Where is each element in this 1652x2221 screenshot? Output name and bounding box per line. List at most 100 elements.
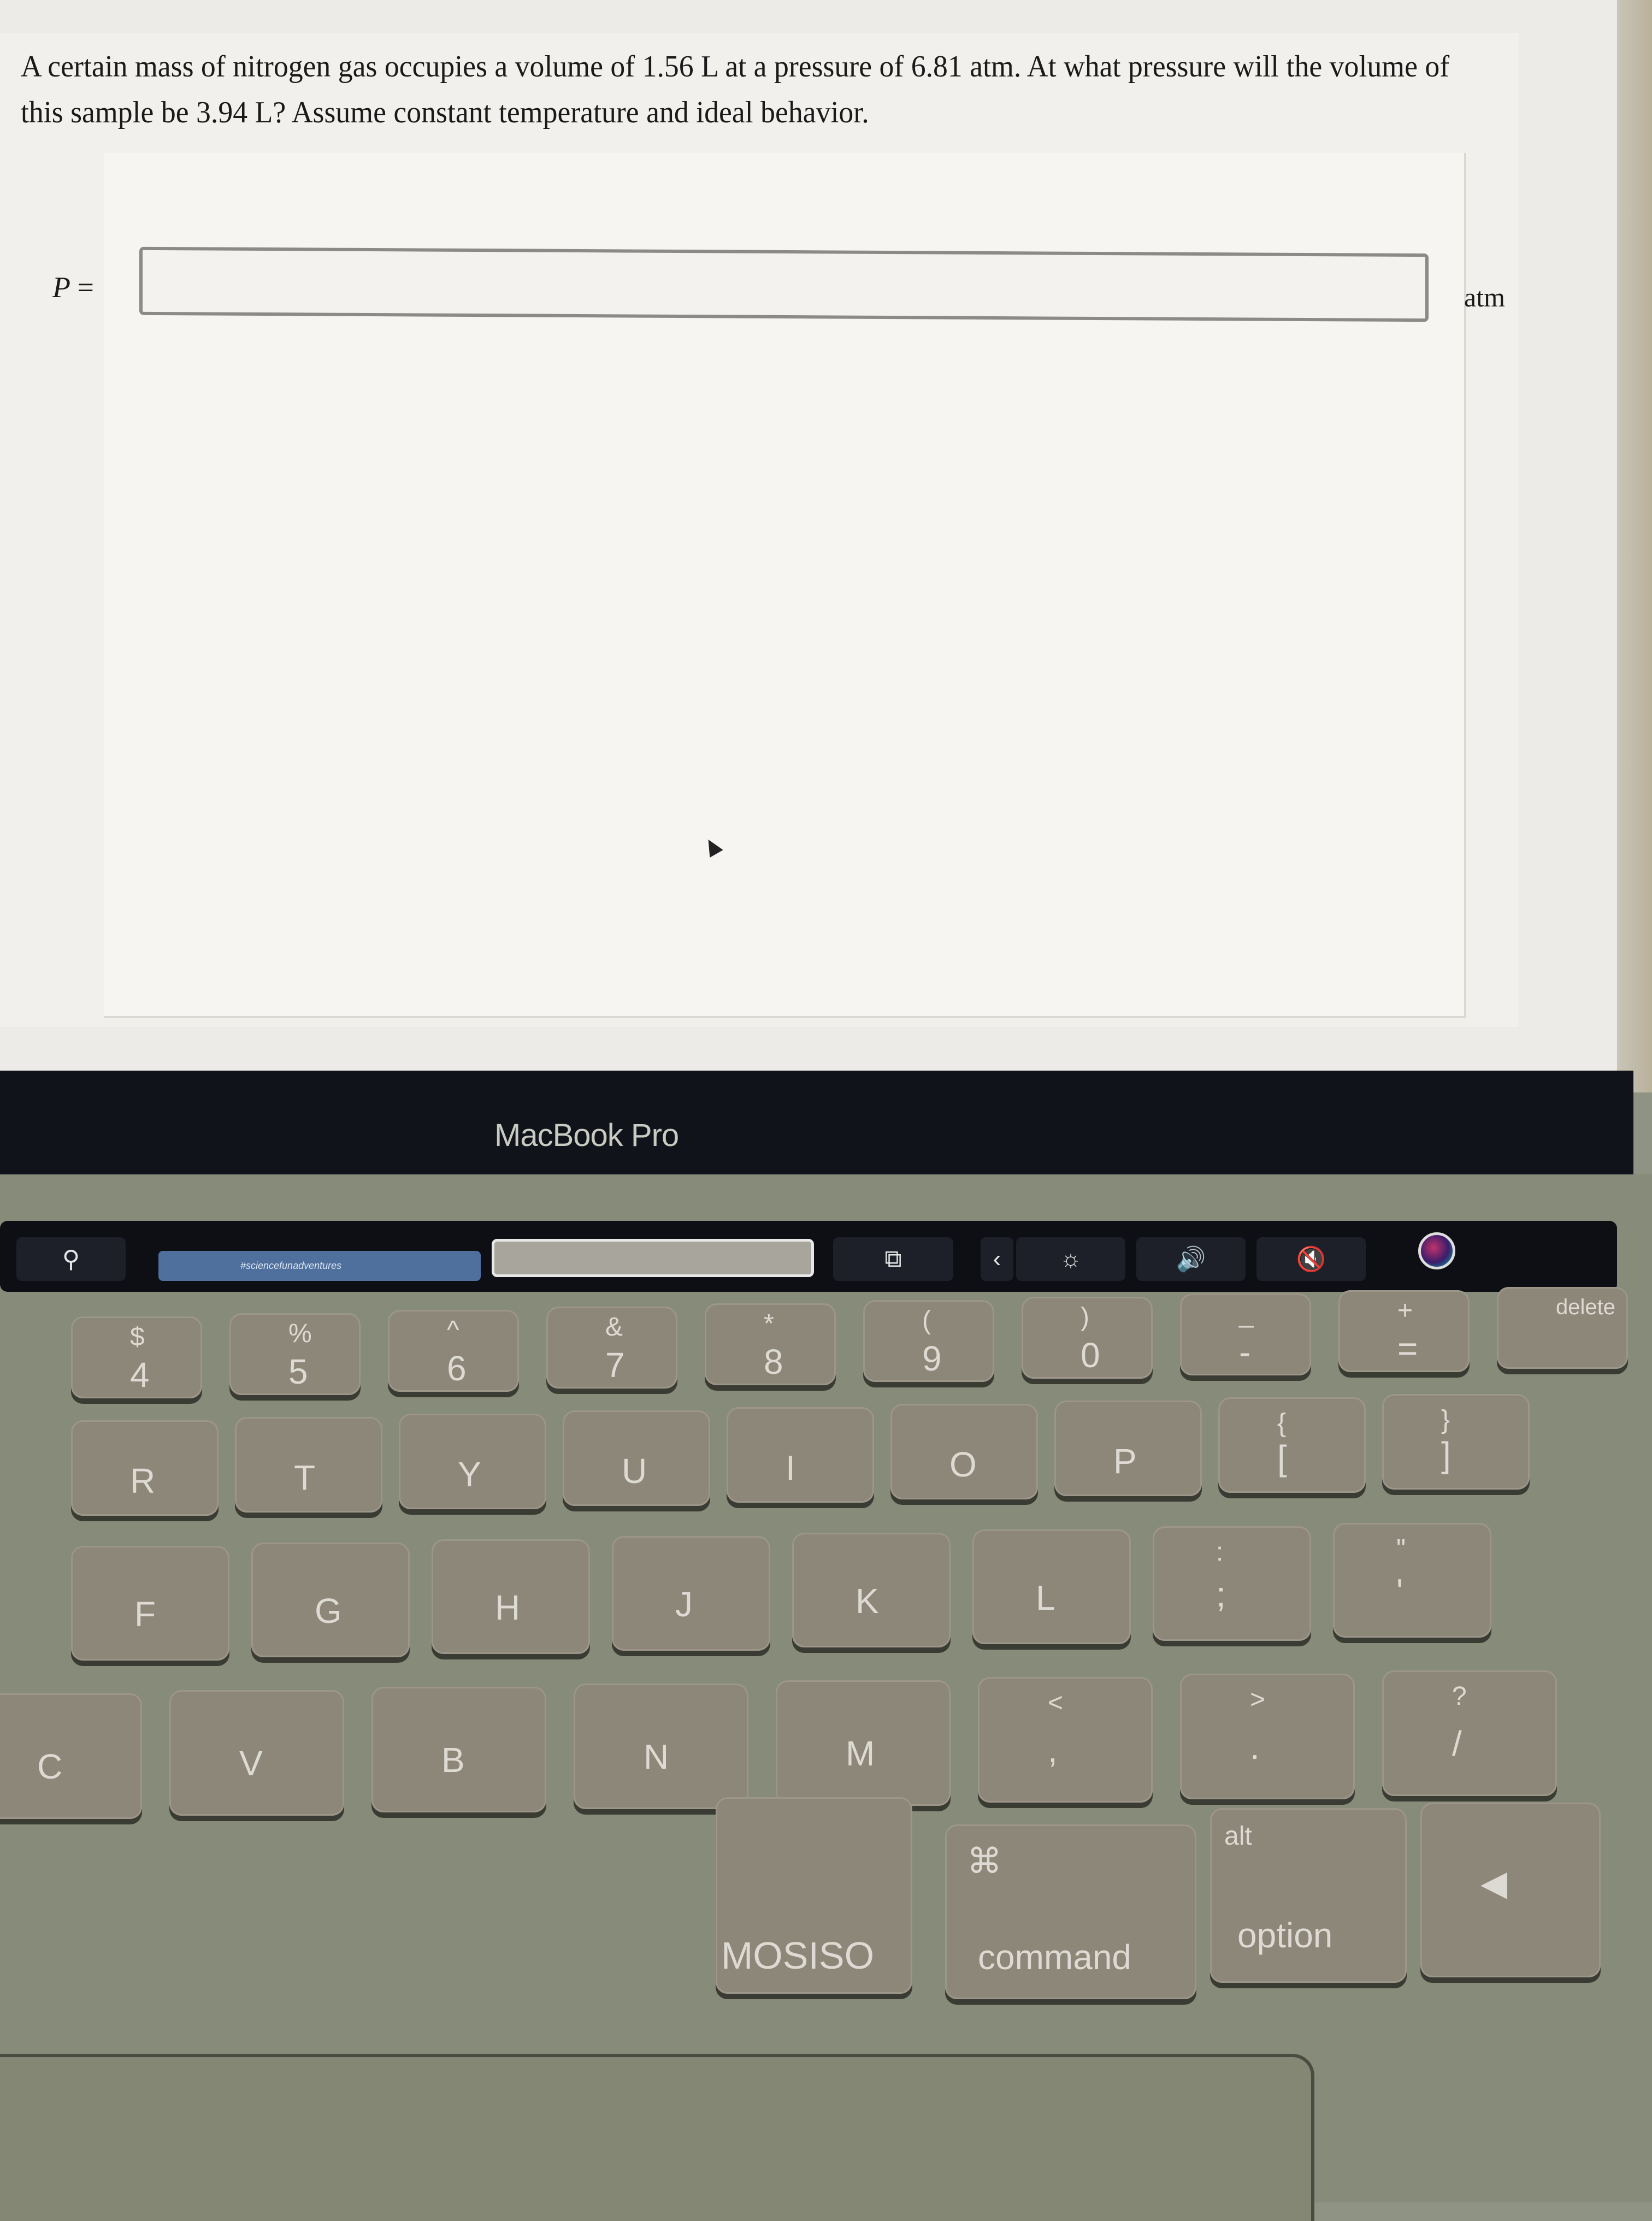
key-number-7[interactable]: _ - xyxy=(1180,1293,1311,1375)
new-tab-icon: ⧉ xyxy=(884,1245,902,1272)
key-top-3[interactable]: U xyxy=(563,1410,710,1506)
key-label: N xyxy=(644,1736,669,1776)
key-option[interactable]: alt option xyxy=(1210,1808,1407,1983)
arrow-left-icon: ◀ xyxy=(1480,1863,1508,1903)
key-label: G xyxy=(315,1591,342,1631)
touchbar-blank-field[interactable] xyxy=(492,1239,814,1277)
key-number-3[interactable]: & 7 xyxy=(546,1307,677,1389)
key-label: Y xyxy=(458,1454,481,1494)
key-bottom-4[interactable]: M xyxy=(776,1680,951,1806)
key-sub-label: } xyxy=(1441,1405,1450,1434)
key-label: 6 xyxy=(447,1349,467,1388)
key-sub-label: " xyxy=(1396,1534,1406,1563)
key-label: L xyxy=(1036,1578,1055,1618)
volume-icon: 🔊 xyxy=(1176,1246,1206,1273)
question-text: A certain mass of nitrogen gas occupies … xyxy=(21,50,1450,129)
key-sub-label: ^ xyxy=(447,1316,459,1345)
key-label: V xyxy=(239,1743,263,1783)
key-top-7[interactable]: {[ xyxy=(1218,1397,1366,1493)
key-top-1[interactable]: T xyxy=(235,1417,382,1513)
answer-variable: P xyxy=(52,271,70,304)
key-command[interactable]: ⌘ command xyxy=(945,1824,1196,1999)
touchbar-volume-button[interactable]: 🔊 xyxy=(1136,1237,1246,1281)
space-key-label: MOSISO xyxy=(721,1934,875,1977)
alt-key-sublabel: alt xyxy=(1224,1822,1252,1851)
key-bottom-0[interactable]: C xyxy=(0,1693,142,1819)
key-sub-label: + xyxy=(1397,1296,1413,1325)
key-number-5[interactable]: (9 xyxy=(863,1300,994,1382)
screen-bezel xyxy=(0,1071,1633,1180)
key-sub-label: * xyxy=(764,1309,774,1338)
key-top-2[interactable]: Y xyxy=(399,1414,546,1509)
key-label: H xyxy=(495,1588,521,1628)
key-number-9[interactable]: delete xyxy=(1497,1287,1628,1369)
siri-icon[interactable] xyxy=(1418,1232,1455,1269)
key-label: 5 xyxy=(288,1352,308,1391)
key-top-8[interactable]: }] xyxy=(1382,1394,1530,1490)
key-label: F xyxy=(134,1594,156,1634)
touchbar-new-tab-button[interactable]: ⧉ xyxy=(833,1237,953,1281)
key-label: . xyxy=(1250,1727,1260,1767)
key-sub-label: ? xyxy=(1452,1682,1467,1711)
key-sub-label: : xyxy=(1216,1538,1224,1567)
key-home-1[interactable]: G xyxy=(251,1543,410,1657)
key-home-2[interactable]: H xyxy=(432,1539,590,1654)
key-arrow-left[interactable]: ◀ xyxy=(1420,1803,1601,1977)
key-label: T xyxy=(294,1457,316,1497)
key-bottom-2[interactable]: B xyxy=(371,1687,546,1812)
key-label: U xyxy=(622,1451,647,1491)
key-label: B xyxy=(441,1740,465,1780)
touchbar-collapse-button[interactable]: ‹ xyxy=(981,1237,1013,1281)
answer-label: P = xyxy=(52,270,94,304)
key-home-0[interactable]: F xyxy=(71,1546,229,1661)
touchbar-mute-button[interactable]: 🔇 xyxy=(1256,1237,1366,1281)
key-label: I xyxy=(786,1448,795,1487)
key-number-4[interactable]: * 8 xyxy=(705,1303,836,1385)
key-sub-label: ( xyxy=(922,1306,931,1335)
key-number-8[interactable]: + = xyxy=(1338,1290,1470,1372)
key-top-4[interactable]: I xyxy=(727,1407,874,1503)
key-top-0[interactable]: R xyxy=(71,1420,219,1516)
key-home-3[interactable]: J xyxy=(612,1536,770,1651)
key-number-0[interactable]: $4 xyxy=(71,1316,202,1398)
key-sub-label: $ xyxy=(130,1322,145,1351)
key-label: P xyxy=(1113,1441,1137,1481)
key-top-5[interactable]: O xyxy=(890,1404,1038,1499)
pressure-answer-input[interactable] xyxy=(139,246,1429,322)
touchbar-brightness-button[interactable]: ☼ xyxy=(1016,1237,1125,1281)
key-label: 7 xyxy=(605,1345,625,1385)
touchbar-screenshot-preview[interactable]: #sciencefunadventures xyxy=(158,1251,481,1281)
key-label: , xyxy=(1048,1730,1058,1770)
key-number-1[interactable]: % 5 xyxy=(229,1313,361,1395)
brand-label: MacBook Pro xyxy=(494,1118,679,1153)
command-icon: ⌘ xyxy=(967,1841,1002,1881)
key-home-7[interactable]: " ' xyxy=(1333,1523,1491,1638)
key-home-4[interactable]: K xyxy=(792,1533,951,1647)
laptop-screen: A certain mass of nitrogen gas occupies … xyxy=(0,0,1628,1071)
key-home-6[interactable]: :; xyxy=(1153,1526,1311,1641)
screen-edge xyxy=(1617,0,1652,1092)
key-bottom-6[interactable]: >. xyxy=(1180,1674,1355,1799)
key-bottom-7[interactable]: ? / xyxy=(1382,1670,1557,1796)
trackpad[interactable] xyxy=(0,2054,1314,2221)
key-sub-label: _ xyxy=(1239,1299,1254,1328)
key-number-6[interactable]: ) 0 xyxy=(1022,1297,1153,1379)
preview-text: #sciencefunadventures xyxy=(240,1260,342,1271)
key-home-5[interactable]: L xyxy=(972,1529,1131,1644)
key-bottom-5[interactable]: <, xyxy=(978,1677,1153,1803)
key-space[interactable]: MOSISO xyxy=(716,1797,912,1994)
key-bottom-3[interactable]: N xyxy=(574,1684,748,1809)
key-label: K xyxy=(856,1581,879,1621)
key-sub-label: % xyxy=(288,1319,312,1348)
collapse-chevron-icon: ‹ xyxy=(993,1245,1001,1272)
key-label: C xyxy=(37,1746,63,1786)
key-label: 0 xyxy=(1081,1336,1100,1375)
key-sub-label: { xyxy=(1277,1409,1287,1438)
key-top-6[interactable]: P xyxy=(1054,1401,1202,1496)
key-sub-label: ) xyxy=(1081,1303,1089,1332)
touchbar-search-button[interactable]: ⚲ xyxy=(16,1237,126,1281)
key-bottom-1[interactable]: V xyxy=(169,1690,344,1816)
key-number-2[interactable]: ^ 6 xyxy=(388,1310,519,1392)
command-key-label: command xyxy=(978,1938,1131,1977)
key-sub-label: > xyxy=(1250,1685,1266,1714)
